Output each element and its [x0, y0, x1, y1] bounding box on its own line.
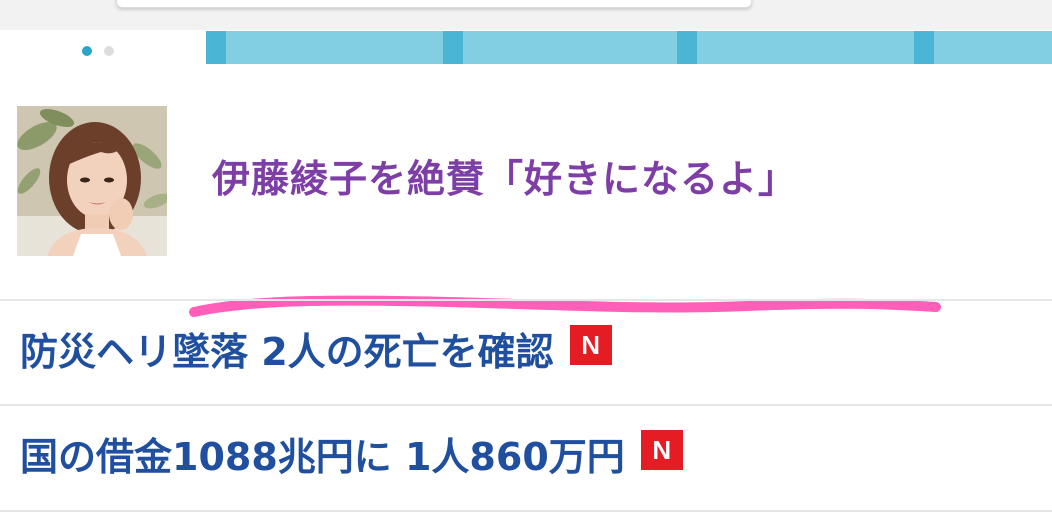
- divider: [0, 510, 1052, 512]
- news-headline-link[interactable]: 国の借金1088兆円に 1人860万円: [20, 432, 625, 482]
- category-tab-strip: [206, 31, 1052, 64]
- carousel-indicator: [82, 46, 114, 56]
- divider: [0, 404, 1052, 406]
- featured-headline-link[interactable]: 伊藤綾子を絶賛「好きになるよ」: [212, 154, 797, 204]
- news-headline-link[interactable]: 防災ヘリ墜落 2人の死亡を確認: [20, 327, 554, 377]
- browser-top-bar: [0, 0, 1052, 30]
- tab-item-2[interactable]: [463, 31, 677, 64]
- featured-photo[interactable]: [17, 106, 167, 256]
- search-box[interactable]: [116, 0, 752, 8]
- divider: [0, 299, 1052, 301]
- new-badge: N: [640, 430, 683, 470]
- new-badge: N: [569, 325, 612, 365]
- tab-separator: [677, 31, 697, 64]
- news-item[interactable]: 防災ヘリ墜落 2人の死亡を確認 N: [20, 302, 612, 402]
- tab-item-1[interactable]: [226, 31, 443, 64]
- news-item[interactable]: 国の借金1088兆円に 1人860万円 N: [20, 407, 683, 507]
- tab-separator: [206, 31, 226, 64]
- carousel-dot-1[interactable]: [82, 46, 92, 56]
- tab-item-4[interactable]: [934, 31, 1052, 64]
- carousel-dot-2[interactable]: [104, 46, 114, 56]
- tab-separator: [914, 31, 934, 64]
- tab-separator: [443, 31, 463, 64]
- featured-story[interactable]: 伊藤綾子を絶賛「好きになるよ」: [0, 64, 1052, 317]
- tab-item-3[interactable]: [697, 31, 914, 64]
